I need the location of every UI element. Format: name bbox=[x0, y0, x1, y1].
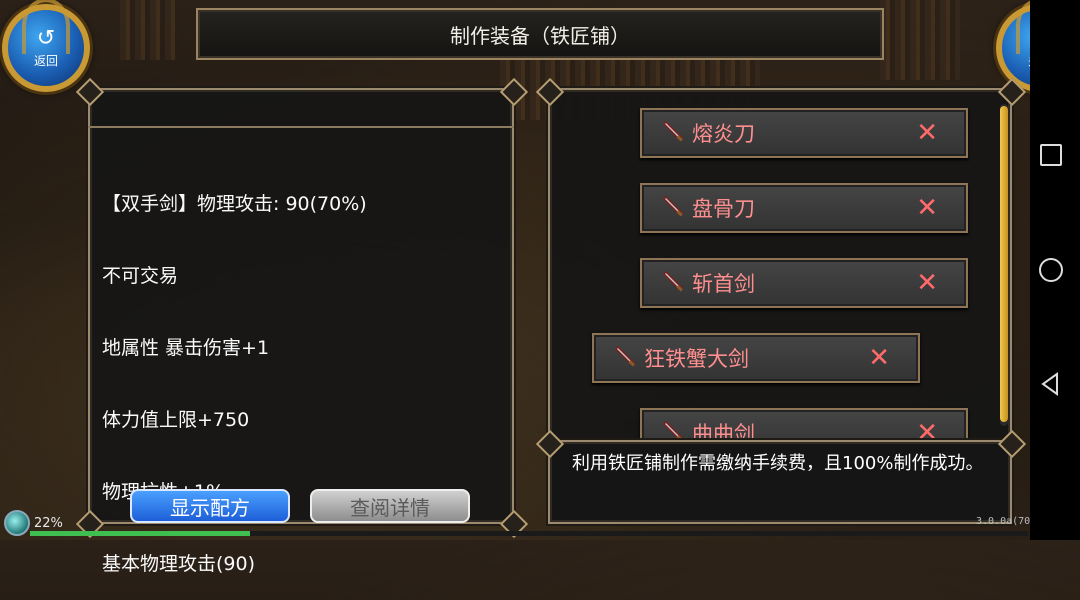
bookshelf-far-right bbox=[880, 0, 960, 80]
close-x-icon[interactable]: ✕ bbox=[868, 343, 890, 373]
xp-bar-fill bbox=[30, 531, 250, 536]
window-title-bar: 制作装备（铁匠铺） bbox=[196, 8, 884, 60]
back-label: 返回 bbox=[33, 53, 58, 68]
back-button[interactable]: ↺ 返回 bbox=[2, 0, 90, 92]
recipe-name: 熔炎刀 bbox=[692, 122, 755, 146]
stat-line: 【双手剑】物理攻击: 90(70%) bbox=[102, 193, 367, 215]
window-title: 制作装备（铁匠铺） bbox=[450, 23, 630, 48]
close-x-icon[interactable]: ✕ bbox=[916, 418, 938, 440]
sword-icon bbox=[662, 120, 684, 142]
energy-orb-icon bbox=[4, 510, 30, 536]
recipe-name: 狂铁蟹大剑 bbox=[644, 347, 749, 371]
view-details-button[interactable]: 查阅详情 bbox=[310, 489, 470, 523]
status-percent: 22% bbox=[34, 515, 63, 531]
recent-apps-icon[interactable] bbox=[1040, 144, 1062, 166]
sword-icon bbox=[662, 195, 684, 217]
xp-bar bbox=[30, 531, 1028, 536]
back-arrow-icon: ↺ bbox=[36, 25, 56, 51]
recipe-name: 曲曲剑 bbox=[692, 422, 755, 440]
close-x-icon[interactable]: ✕ bbox=[916, 268, 938, 298]
recipe-item-selected[interactable]: 狂铁蟹大剑 ✕ bbox=[592, 333, 920, 383]
recipe-item[interactable]: 斩首剑 ✕ bbox=[640, 258, 968, 308]
show-recipe-button[interactable]: 显示配方 bbox=[130, 489, 290, 523]
version-label: 3.0.0a(70) bbox=[976, 516, 1037, 527]
item-info-header bbox=[88, 88, 514, 128]
sword-icon bbox=[662, 270, 684, 292]
sword-icon bbox=[614, 345, 636, 367]
home-nav-icon[interactable] bbox=[1039, 258, 1063, 282]
scrollbar-thumb[interactable] bbox=[1000, 106, 1008, 422]
stat-line: 基本物理攻击(90) bbox=[102, 553, 256, 575]
recipe-name: 盘骨刀 bbox=[692, 197, 755, 221]
back-nav-icon[interactable] bbox=[1040, 372, 1060, 396]
close-x-icon[interactable]: ✕ bbox=[916, 193, 938, 223]
sword-icon bbox=[662, 420, 684, 440]
recipe-scrollbar[interactable] bbox=[1000, 104, 1008, 426]
close-x-icon[interactable]: ✕ bbox=[916, 118, 938, 148]
bookshelf-left bbox=[120, 0, 180, 60]
recipe-name: 斩首剑 bbox=[692, 272, 755, 296]
recipe-item[interactable]: 熔炎刀 ✕ bbox=[640, 108, 968, 158]
info-text: 利用铁匠铺制作需缴纳手续费，且100%制作成功。 bbox=[572, 453, 984, 474]
recipe-item[interactable]: 曲曲剑 ✕ bbox=[640, 408, 968, 440]
stat-line: 地属性 暴击伤害+1 bbox=[102, 337, 270, 359]
recipe-list[interactable]: 熔炎刀 ✕ 盘骨刀 ✕ 斩首剑 ✕ 狂铁蟹大剑 ✕ 曲曲剑 ✕ bbox=[548, 88, 1012, 440]
stat-line: 体力值上限+750 bbox=[102, 409, 250, 431]
recipe-item[interactable]: 盘骨刀 ✕ bbox=[640, 183, 968, 233]
stat-line: 不可交易 bbox=[102, 265, 179, 287]
